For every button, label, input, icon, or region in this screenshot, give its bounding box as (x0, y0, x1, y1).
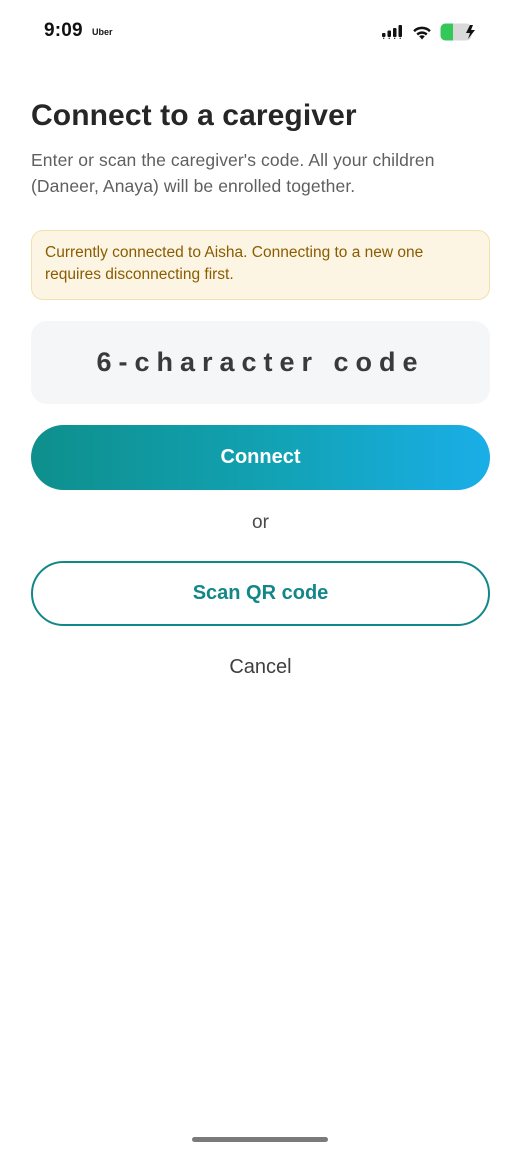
status-back-app-label[interactable]: Uber (92, 27, 113, 37)
page-title: Connect to a caregiver (31, 99, 357, 132)
wifi-icon (412, 25, 432, 40)
connect-caregiver-panel: Connect to a caregiver Enter or scan the… (31, 96, 490, 678)
status-icons (382, 22, 478, 42)
page-subtitle: Enter or scan the caregiver's code. All … (31, 150, 435, 196)
connect-button[interactable]: Connect (31, 425, 490, 490)
battery-charging-icon (440, 23, 478, 41)
scan-qr-code-button[interactable]: Scan QR code (31, 561, 490, 626)
cancel-link[interactable]: Cancel (31, 656, 490, 679)
caregiver-code-input[interactable] (31, 321, 490, 404)
status-time: 9:09 (44, 20, 83, 41)
connected-caregiver-notice: Currently connected to Aisha. Connecting… (31, 230, 490, 300)
home-indicator[interactable] (192, 1137, 328, 1142)
status-bar: 9:09 Uber (0, 0, 520, 64)
or-divider-label: or (252, 512, 269, 533)
cellular-signal-icon (382, 25, 404, 39)
